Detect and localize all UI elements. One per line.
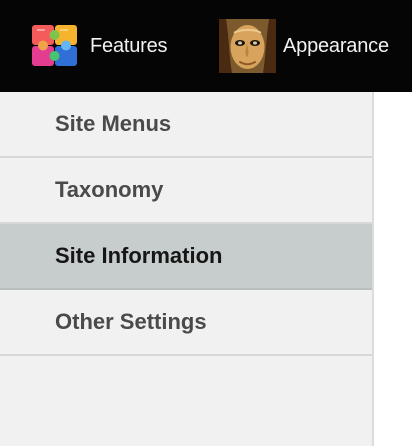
portrait-icon <box>219 19 276 73</box>
sidebar-item-label: Site Information <box>55 243 223 268</box>
sidebar-item-label: Taxonomy <box>55 177 164 202</box>
top-navigation-bar: Features Appearance <box>0 0 412 92</box>
sidebar-item-site-information[interactable]: Site Information <box>0 224 372 290</box>
sidebar-item-taxonomy[interactable]: Taxonomy <box>0 158 372 224</box>
sidebar-item-site-menus[interactable]: Site Menus <box>0 92 372 158</box>
topnav-appearance[interactable]: Appearance <box>219 18 389 74</box>
topnav-features-label: Features <box>90 35 168 57</box>
puzzle-icon <box>32 25 77 66</box>
settings-sidebar: Site Menus Taxonomy Site Information Oth… <box>0 92 374 446</box>
topnav-features[interactable]: Features <box>27 18 168 74</box>
sidebar-item-label: Site Menus <box>55 111 172 136</box>
topnav-appearance-label: Appearance <box>283 35 389 57</box>
sidebar-item-label: Other Settings <box>55 309 207 334</box>
sidebar-item-other-settings[interactable]: Other Settings <box>0 290 372 356</box>
